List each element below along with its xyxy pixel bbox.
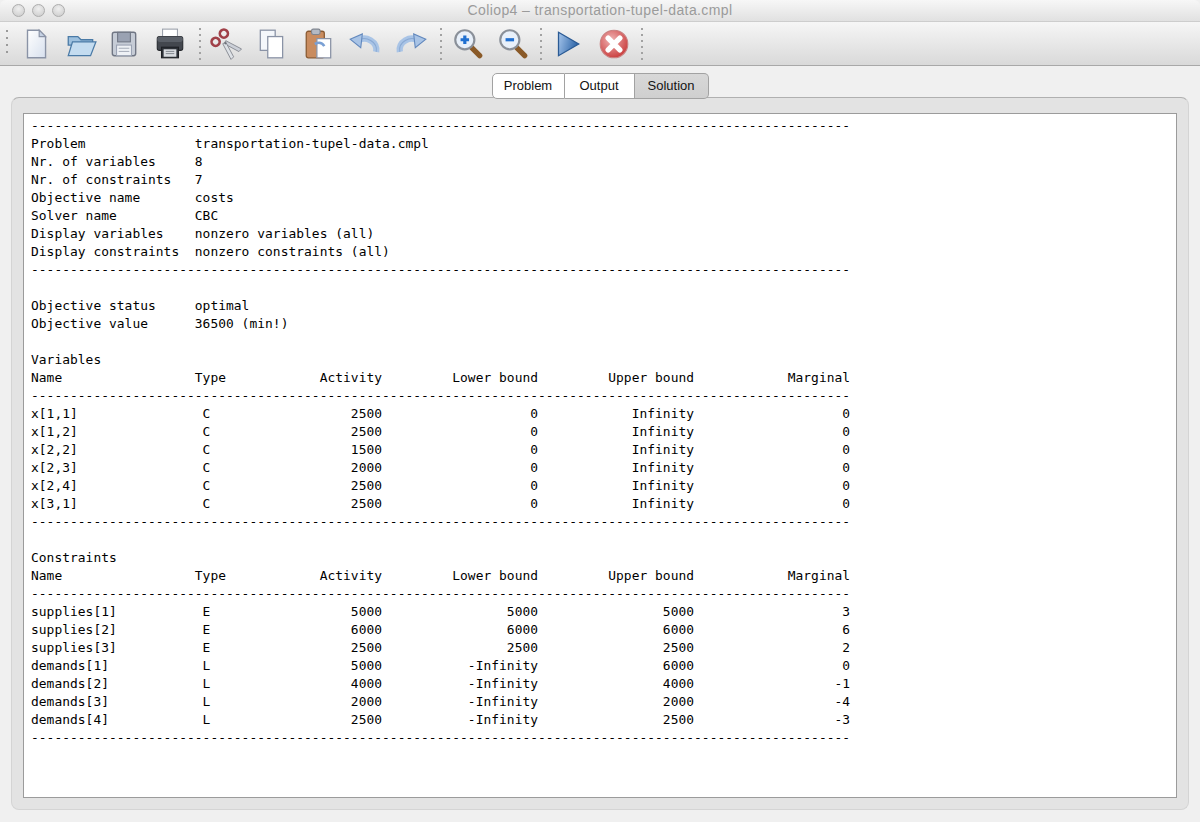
tab-bar: Problem Output Solution — [0, 73, 1200, 99]
undo-icon — [348, 27, 382, 61]
window-controls — [12, 4, 65, 17]
window-body: Problem Output Solution ----------------… — [0, 66, 1200, 822]
stop-cancel-button[interactable] — [597, 27, 631, 61]
new-document-button[interactable] — [19, 27, 53, 61]
stop-icon — [597, 27, 631, 61]
cut-button[interactable] — [208, 27, 242, 61]
window-title: Coliop4 – transportation-tupel-data.cmpl — [0, 0, 1200, 21]
zoom-out-button[interactable] — [496, 27, 530, 61]
paste-button[interactable] — [302, 27, 336, 61]
run-icon — [550, 27, 584, 61]
redo-button[interactable] — [394, 27, 428, 61]
zoom-in-icon — [451, 27, 485, 61]
open-folder-icon — [64, 27, 98, 61]
redo-icon — [394, 27, 428, 61]
run-solve-button[interactable] — [550, 27, 584, 61]
toolbar-drag-handle[interactable] — [6, 30, 8, 58]
zoom-in-button[interactable] — [451, 27, 485, 61]
copy-button[interactable] — [255, 27, 289, 61]
toolbar — [0, 22, 1200, 66]
cut-scissors-icon — [208, 27, 242, 61]
new-document-icon — [19, 27, 53, 61]
toolbar-separator — [641, 28, 643, 60]
zoom-button[interactable] — [52, 4, 65, 17]
paste-icon — [302, 27, 336, 61]
tab-output[interactable]: Output — [565, 73, 635, 99]
save-file-button[interactable] — [107, 27, 141, 61]
solution-text: ----------------------------------------… — [24, 114, 1176, 750]
print-button[interactable] — [153, 27, 187, 61]
undo-button[interactable] — [348, 27, 382, 61]
app-window: { "window": { "title": "Coliop4 – transp… — [0, 0, 1200, 822]
toolbar-separator — [540, 28, 542, 60]
minimize-button[interactable] — [32, 4, 45, 17]
solution-output[interactable]: ----------------------------------------… — [23, 113, 1177, 798]
copy-icon — [255, 27, 289, 61]
toolbar-separator — [440, 28, 442, 60]
tab-solution[interactable]: Solution — [635, 73, 709, 99]
close-button[interactable] — [12, 4, 25, 17]
toolbar-separator — [199, 28, 201, 60]
save-floppy-icon — [107, 27, 141, 61]
tab-problem[interactable]: Problem — [492, 73, 565, 99]
printer-icon — [153, 27, 187, 61]
title-bar: Coliop4 – transportation-tupel-data.cmpl — [0, 0, 1200, 22]
zoom-out-icon — [496, 27, 530, 61]
open-file-button[interactable] — [64, 27, 98, 61]
